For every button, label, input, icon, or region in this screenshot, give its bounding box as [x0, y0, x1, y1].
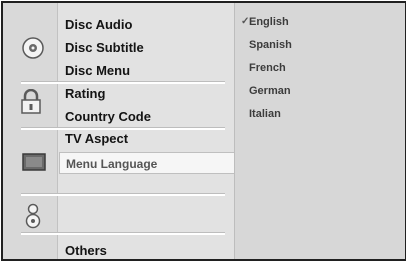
menu-panel: Disc Audio Disc Subtitle Disc Menu Ratin… — [3, 3, 249, 259]
lock-icon — [21, 89, 41, 114]
menu-separator — [21, 193, 225, 196]
option-label: German — [249, 85, 291, 97]
menu-item-tv-aspect[interactable]: TV Aspect — [65, 131, 128, 146]
menu-item-disc-menu[interactable]: Disc Menu — [65, 63, 130, 78]
option-label: Italian — [249, 108, 281, 120]
menu-separator — [21, 127, 225, 130]
option-label: Spanish — [249, 39, 292, 51]
option-english[interactable]: ✓ English — [241, 16, 289, 28]
option-spanish[interactable]: Spanish — [249, 39, 292, 51]
option-german[interactable]: German — [249, 85, 291, 97]
option-label: English — [249, 16, 289, 28]
language-options-panel: ✓ English Spanish French German Italian — [234, 3, 405, 259]
menu-separator — [21, 232, 225, 235]
icon-column — [3, 3, 58, 259]
menu-item-disc-audio[interactable]: Disc Audio — [65, 17, 132, 32]
menu-item-menu-language[interactable]: Menu Language — [59, 152, 249, 174]
speaker-icon — [25, 203, 41, 229]
menu-separator — [21, 81, 225, 84]
disc-icon — [22, 37, 44, 59]
option-label: French — [249, 62, 286, 74]
setup-menu-screen: Disc Audio Disc Subtitle Disc Menu Ratin… — [1, 1, 406, 261]
option-french[interactable]: French — [249, 62, 286, 74]
menu-item-disc-subtitle[interactable]: Disc Subtitle — [65, 40, 144, 55]
menu-item-rating[interactable]: Rating — [65, 86, 105, 101]
menu-item-others[interactable]: Others — [65, 243, 107, 258]
menu-item-country-code[interactable]: Country Code — [65, 109, 151, 124]
checkmark-icon: ✓ — [241, 16, 250, 27]
option-italian[interactable]: Italian — [249, 108, 281, 120]
tv-screen-icon — [22, 153, 46, 171]
